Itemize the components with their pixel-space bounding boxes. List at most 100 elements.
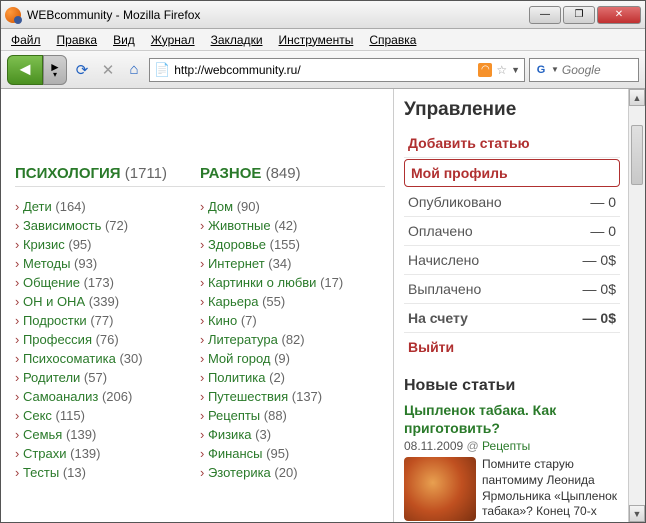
category-item: Карьера (55) bbox=[200, 292, 385, 311]
category-link[interactable]: Мой город bbox=[208, 351, 271, 366]
category-item: Кризис (95) bbox=[15, 235, 200, 254]
article-thumbnail[interactable] bbox=[404, 457, 476, 521]
column-heading: РАЗНОЕ (849) bbox=[200, 165, 385, 187]
stat-row: Оплачено— 0 bbox=[404, 217, 620, 246]
category-link[interactable]: Картинки о любви bbox=[208, 275, 317, 290]
category-link[interactable]: Дети bbox=[23, 199, 52, 214]
category-link[interactable]: Самоанализ bbox=[23, 389, 98, 404]
category-link[interactable]: Интернет bbox=[208, 256, 265, 271]
reload-button[interactable]: ⟳ bbox=[71, 59, 93, 81]
category-count: (206) bbox=[98, 389, 132, 404]
stat-label: На счету bbox=[408, 310, 468, 326]
menu-help[interactable]: Справка bbox=[363, 31, 422, 49]
stop-button[interactable]: ✕ bbox=[97, 59, 119, 81]
logout-link[interactable]: Выйти bbox=[404, 333, 620, 361]
category-link[interactable]: Родители bbox=[23, 370, 80, 385]
stat-row: Выплачено— 0$ bbox=[404, 275, 620, 304]
category-link[interactable]: Кризис bbox=[23, 237, 65, 252]
add-article-link[interactable]: Добавить статью bbox=[404, 129, 620, 158]
forward-button[interactable]: ► bbox=[43, 55, 67, 85]
category-link[interactable]: Здоровье bbox=[208, 237, 266, 252]
category-link[interactable]: Зависимость bbox=[23, 218, 101, 233]
minimize-button[interactable]: — bbox=[529, 6, 561, 24]
url-dropdown-icon[interactable]: ▼ bbox=[511, 65, 520, 75]
search-dropdown-icon[interactable]: ▼ bbox=[551, 65, 559, 74]
category-link[interactable]: ОН и ОНА bbox=[23, 294, 85, 309]
category-link[interactable]: Финансы bbox=[208, 446, 263, 461]
category-link[interactable]: Эзотерика bbox=[208, 465, 271, 480]
category-count: (115) bbox=[52, 408, 85, 423]
google-icon[interactable]: G bbox=[534, 63, 548, 77]
category-count: (77) bbox=[87, 313, 114, 328]
home-button[interactable]: ⌂ bbox=[123, 59, 145, 81]
scroll-up-button[interactable]: ▲ bbox=[629, 89, 645, 106]
url-input[interactable] bbox=[174, 63, 474, 77]
category-count: (42) bbox=[271, 218, 298, 233]
titlebar[interactable]: WEBcommunity - Mozilla Firefox — ❐ ✕ bbox=[1, 1, 645, 29]
category-link[interactable]: Дом bbox=[208, 199, 233, 214]
site-identity-icon[interactable]: 📄 bbox=[154, 62, 170, 78]
stat-label: Выплачено bbox=[408, 281, 481, 297]
back-button[interactable]: ◄ bbox=[7, 55, 43, 85]
category-link[interactable]: Путешествия bbox=[208, 389, 288, 404]
scroll-thumb[interactable] bbox=[631, 125, 643, 185]
category-count: (173) bbox=[80, 275, 114, 290]
category-link[interactable]: Семья bbox=[23, 427, 62, 442]
category-link[interactable]: Животные bbox=[208, 218, 271, 233]
category-link[interactable]: Методы bbox=[23, 256, 70, 271]
category-item: Подростки (77) bbox=[15, 311, 200, 330]
category-item: Рецепты (88) bbox=[200, 406, 385, 425]
new-articles-heading: Новые статьи bbox=[404, 377, 620, 395]
category-count: (7) bbox=[237, 313, 257, 328]
category-item: Политика (2) bbox=[200, 368, 385, 387]
search-input[interactable] bbox=[562, 63, 634, 77]
category-link[interactable]: Психосоматика bbox=[23, 351, 116, 366]
maximize-button[interactable]: ❐ bbox=[563, 6, 595, 24]
sidebar-heading: Управление bbox=[404, 99, 620, 121]
category-count: (3) bbox=[252, 427, 272, 442]
category-item: Дети (164) bbox=[15, 197, 200, 216]
category-link[interactable]: Тесты bbox=[23, 465, 59, 480]
category-link[interactable]: Секс bbox=[23, 408, 52, 423]
category-count: (20) bbox=[271, 465, 298, 480]
article-tag-link[interactable]: Рецепты bbox=[482, 439, 530, 453]
menu-file[interactable]: Файл bbox=[5, 31, 47, 49]
menu-view[interactable]: Вид bbox=[107, 31, 141, 49]
search-bar[interactable]: G ▼ bbox=[529, 58, 639, 82]
category-count: (95) bbox=[65, 237, 92, 252]
category-link[interactable]: Физика bbox=[208, 427, 252, 442]
close-button[interactable]: ✕ bbox=[597, 6, 641, 24]
category-item: Психосоматика (30) bbox=[15, 349, 200, 368]
menu-bookmarks[interactable]: Закладки bbox=[205, 31, 269, 49]
stat-value: — 0 bbox=[590, 223, 616, 239]
article-title-link[interactable]: Цыпленок табака. Как приготовить? bbox=[404, 402, 556, 436]
stat-label: Начислено bbox=[408, 252, 479, 268]
menu-history[interactable]: Журнал bbox=[145, 31, 201, 49]
category-link[interactable]: Профессия bbox=[23, 332, 92, 347]
category-link[interactable]: Карьера bbox=[208, 294, 259, 309]
category-link[interactable]: Страхи bbox=[23, 446, 67, 461]
category-count: (339) bbox=[85, 294, 119, 309]
category-item: Животные (42) bbox=[200, 216, 385, 235]
stat-label: Опубликовано bbox=[408, 194, 502, 210]
category-link[interactable]: Политика bbox=[208, 370, 266, 385]
menu-tools[interactable]: Инструменты bbox=[273, 31, 360, 49]
vertical-scrollbar[interactable]: ▲ ▼ bbox=[628, 89, 645, 522]
page-content: ПСИХОЛОГИЯ (1711) Дети (164)Зависимость … bbox=[1, 89, 645, 522]
category-item: Мой город (9) bbox=[200, 349, 385, 368]
my-profile-link[interactable]: Мой профиль bbox=[404, 159, 620, 187]
bookmark-star-icon[interactable]: ☆ bbox=[496, 63, 507, 77]
menu-edit[interactable]: Правка bbox=[51, 31, 104, 49]
url-bar[interactable]: 📄 ◠ ☆ ▼ bbox=[149, 58, 525, 82]
category-link[interactable]: Подростки bbox=[23, 313, 87, 328]
category-link[interactable]: Литература bbox=[208, 332, 278, 347]
category-item: Физика (3) bbox=[200, 425, 385, 444]
category-link[interactable]: Общение bbox=[23, 275, 80, 290]
rss-icon[interactable]: ◠ bbox=[478, 63, 492, 77]
firefox-icon bbox=[5, 7, 21, 23]
category-link[interactable]: Кино bbox=[208, 313, 237, 328]
scroll-down-button[interactable]: ▼ bbox=[629, 505, 645, 522]
stat-value: — 0$ bbox=[583, 310, 616, 326]
category-item: Тесты (13) bbox=[15, 463, 200, 482]
category-link[interactable]: Рецепты bbox=[208, 408, 260, 423]
